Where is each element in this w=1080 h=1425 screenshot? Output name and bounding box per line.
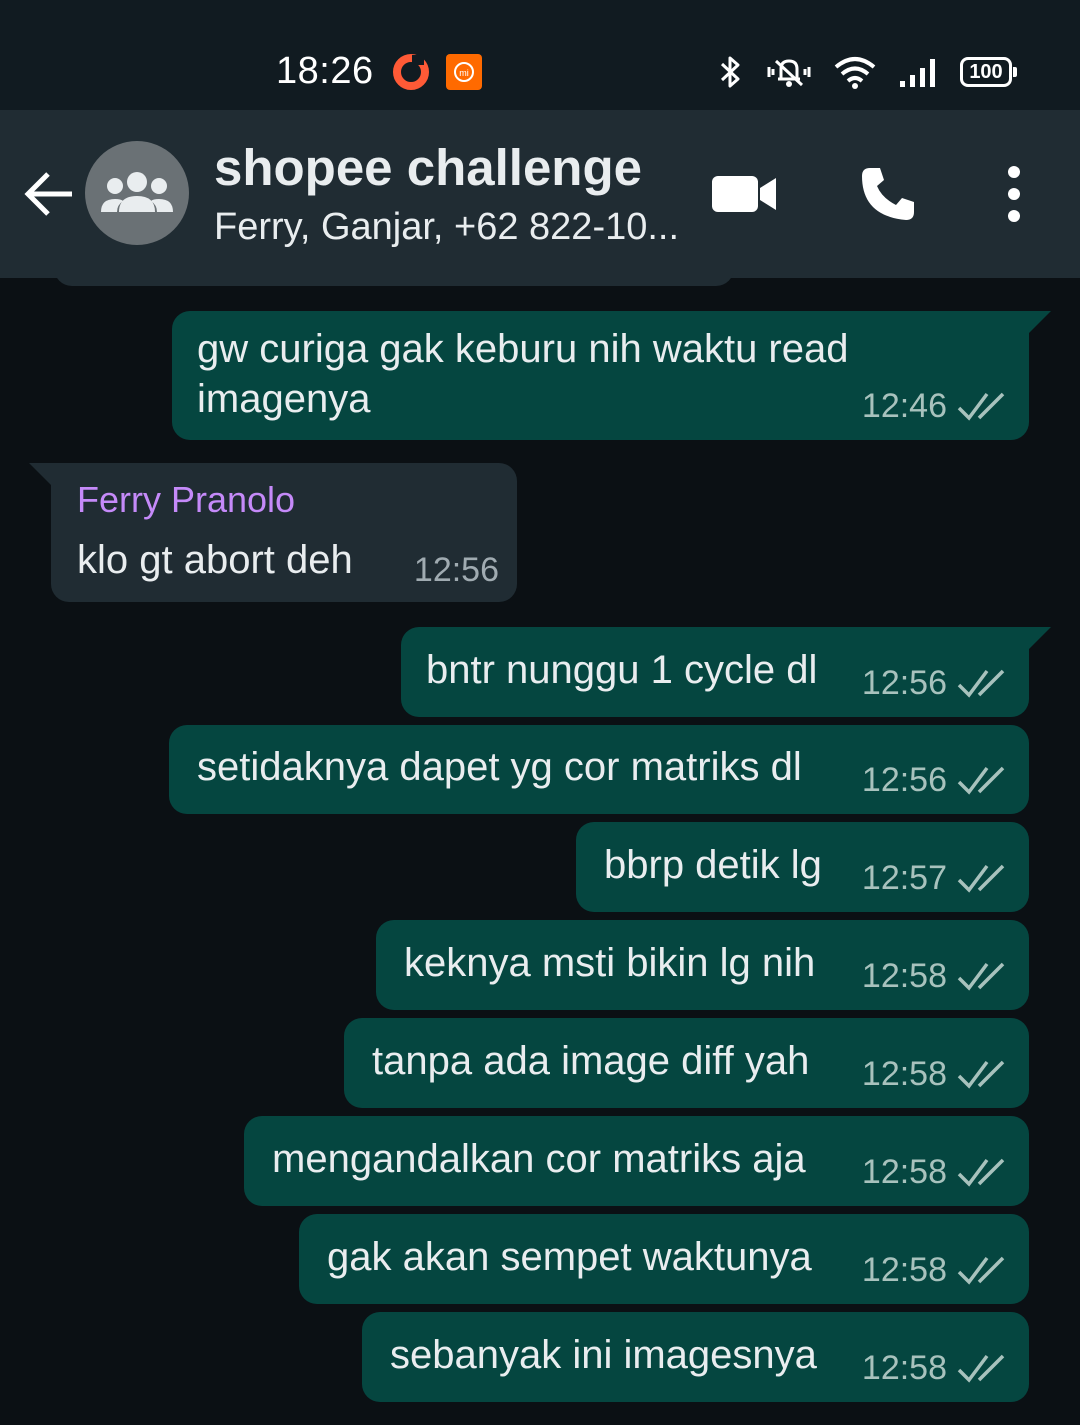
chat-title[interactable]: shopee challenge [214,138,642,197]
double-check-icon [957,962,1005,991]
double-check-icon [957,1158,1005,1187]
message-outgoing[interactable]: gw curiga gak keburu nih waktu read imag… [172,311,1051,440]
message-incoming[interactable]: Ferry Pranolo klo gt abort deh 12:56 [29,463,517,602]
message-time: 12:56 [413,551,499,589]
status-bar: 18:26 mi 100 [0,0,1080,110]
message-outgoing[interactable]: gak akan sempet waktunya 12:58 [299,1214,1029,1304]
battery-icon: 100 [960,57,1017,87]
message-outgoing[interactable]: bbrp detik lg 12:57 [576,822,1029,912]
bubble-tail [29,463,51,485]
message-outgoing[interactable]: mengandalkan cor matriks aja 12:58 [244,1116,1029,1206]
message-text: tanpa ada image diff yah [372,1039,810,1083]
message-meta: 12:46 [862,387,1007,426]
video-call-icon[interactable] [710,168,778,220]
message-meta: 12:56 [414,551,499,590]
sender-name[interactable]: Ferry Pranolo [77,479,295,521]
message-meta: 12:58 [862,1055,1007,1094]
message-meta: 12:58 [862,957,1007,996]
message-meta: 12:58 [862,1153,1007,1192]
app-notification-icon [393,54,429,90]
message-line: gw curiga gak keburu nih waktu read [197,327,849,371]
message-outgoing[interactable]: tanpa ada image diff yah 12:58 [344,1018,1029,1108]
message-text: bntr nunggu 1 cycle dl [426,648,818,692]
status-icons: 100 [718,54,1017,90]
voice-call-icon[interactable] [858,164,918,224]
message-meta: 12:57 [862,859,1007,898]
message-text: keknya msti bikin lg nih [404,941,816,985]
more-options-icon[interactable] [996,164,1032,224]
message-line: imagenya [197,377,371,421]
double-check-icon [957,1256,1005,1285]
back-arrow-icon[interactable] [22,166,78,222]
message-meta: 12:56 [862,761,1007,800]
double-check-icon [957,669,1005,698]
group-avatar[interactable] [85,141,189,245]
message-text: sebanyak ini imagesnya [390,1333,817,1377]
message-text: bbrp detik lg [604,843,822,887]
bubble-tail [1029,627,1051,649]
message-text: mengandalkan cor matriks aja [272,1137,806,1181]
message-meta: 12:58 [862,1251,1007,1290]
bluetooth-icon [720,56,740,88]
double-check-icon [957,864,1005,893]
message-text: klo gt abort deh [77,538,353,582]
svg-text:mi: mi [459,68,469,78]
chat-participants[interactable]: Ferry, Ganjar, +62 822-10... [214,206,684,249]
message-text: gw curiga gak keburu nih waktu read imag… [197,324,848,424]
double-check-icon [957,1060,1005,1089]
message-meta: 12:56 [862,664,1007,703]
message-time: 12:58 [861,1251,947,1289]
message-text: setidaknya dapet yg cor matriks dl [197,745,802,789]
message-time: 12:58 [861,957,947,995]
message-outgoing[interactable]: keknya msti bikin lg nih 12:58 [376,920,1029,1010]
message-time: 12:57 [861,859,947,897]
wifi-icon [834,57,876,89]
mi-app-icon: mi [446,54,482,90]
signal-icon [900,59,935,87]
message-meta: 12:58 [862,1349,1007,1388]
message-time: 12:46 [861,387,947,425]
message-outgoing[interactable]: bntr nunggu 1 cycle dl 12:56 [401,627,1051,717]
message-time: 12:58 [861,1349,947,1387]
message-time: 12:58 [861,1153,947,1191]
double-check-icon [957,1354,1005,1383]
muted-bell-icon [767,59,811,87]
message-text: gak akan sempet waktunya [327,1235,812,1279]
double-check-icon [957,766,1005,795]
message-outgoing[interactable]: setidaknya dapet yg cor matriks dl 12:56 [169,725,1029,814]
previous-message-edge [54,268,734,286]
message-time: 12:58 [861,1055,947,1093]
message-time: 12:56 [861,664,947,702]
bubble-tail [1029,311,1051,333]
status-time: 18:26 [276,50,374,92]
message-time: 12:56 [861,761,947,799]
group-icon [101,172,173,212]
double-check-icon [957,392,1005,421]
message-outgoing[interactable]: sebanyak ini imagesnya 12:58 [362,1312,1029,1402]
